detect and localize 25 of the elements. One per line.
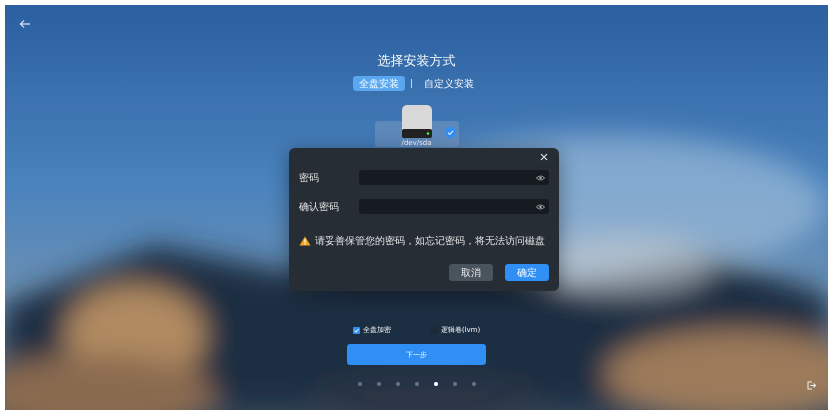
- confirm-button[interactable]: 确定: [505, 264, 549, 281]
- page-dot[interactable]: [452, 382, 456, 386]
- back-arrow-icon[interactable]: [19, 19, 31, 29]
- close-icon[interactable]: [539, 152, 549, 162]
- page-dot[interactable]: [414, 382, 418, 386]
- install-tab[interactable]: 自定义安装: [418, 76, 480, 91]
- exit-icon[interactable]: [807, 381, 816, 390]
- hard-drive-icon: [400, 105, 432, 138]
- install-tab[interactable]: 全盘安装: [353, 76, 405, 91]
- page-dot[interactable]: [358, 382, 362, 386]
- field-label: 密码: [299, 172, 320, 184]
- page-dot[interactable]: [396, 382, 400, 386]
- eye-icon[interactable]: [536, 204, 545, 210]
- warning-icon: [299, 236, 311, 246]
- eye-icon[interactable]: [536, 174, 545, 180]
- check-icon: [444, 127, 456, 138]
- password-field[interactable]: [359, 199, 549, 214]
- page-dot[interactable]: [434, 382, 438, 386]
- page-title: 选择安装方式: [378, 53, 456, 70]
- field-label: 确认密码: [299, 200, 340, 214]
- page-dot[interactable]: [472, 382, 476, 386]
- page-dot[interactable]: [376, 382, 380, 386]
- cancel-button[interactable]: 取消: [449, 264, 493, 281]
- password-field[interactable]: [359, 170, 549, 185]
- warning-text: 请妥善保管您的密码，如忘记密码，将无法访问磁盘: [315, 234, 545, 248]
